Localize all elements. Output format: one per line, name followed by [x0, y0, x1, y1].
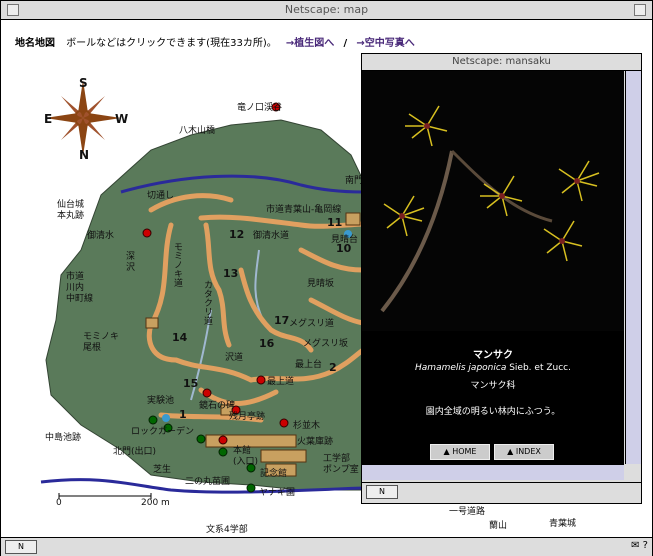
map-label-road-one: 一号道路 — [449, 507, 486, 517]
map-label-ranzan: 蘭山 — [489, 521, 508, 531]
map-label-humanities: 文系4学部 — [206, 525, 248, 535]
map-label-miharashi-slope: 見晴坂 — [307, 279, 335, 289]
popup-horizontal-scrollbar[interactable] — [362, 464, 624, 480]
map-label-north-gate: 北門(出口) — [113, 447, 157, 457]
plant-name: マンサク — [473, 350, 513, 361]
pond-marker — [162, 414, 170, 422]
scale-bar — [58, 493, 152, 499]
mansaku-photo — [362, 71, 624, 331]
map-label-yagiyama-bridge: 八木山橋 — [179, 126, 216, 136]
home-button-label: HOME — [452, 447, 477, 456]
popup-netscape-icon[interactable]: N — [366, 485, 398, 499]
trail-number-16[interactable]: 16 — [259, 337, 274, 350]
compass-s: S — [79, 76, 88, 90]
plant-description: 園内全域の明るい林内にふつう。 — [425, 407, 561, 417]
map-label-momi-road: モミノキ道 — [172, 242, 182, 287]
scientific-author: Sieb. et Zucc. — [509, 363, 571, 373]
trail-number-13[interactable]: 13 — [223, 267, 238, 280]
trail-number-10[interactable]: 10 — [336, 242, 351, 255]
map-label-suginamiki[interactable]: 杉並木 — [293, 418, 320, 431]
map-label-megusuri-road: メグスリ道 — [289, 319, 335, 329]
trail-number-17[interactable]: 17 — [274, 314, 289, 327]
map-label-mogami-road: 最上道 — [267, 377, 295, 387]
map-label-zangetsutei[interactable]: 残月亭跡 — [229, 409, 265, 422]
map-label-aobayama-road: 市道青葉山-​亀岡線 — [266, 205, 342, 215]
map-label-sawa-road: 沢道 — [225, 353, 244, 363]
trail-number-11[interactable]: 11 — [327, 216, 342, 229]
map-label-oshimizu-road: 御清水道 — [253, 231, 290, 241]
map-label-main-building[interactable]: 本館 (入口) — [233, 446, 258, 468]
compass-n: N — [79, 148, 90, 162]
popup-status-bar: N — [362, 482, 641, 503]
map-label-nakajima-pond: 中島池跡 — [45, 433, 82, 443]
index-button-label: INDEX — [515, 447, 541, 456]
status-icons[interactable]: ✉ ? — [631, 540, 648, 551]
popup-vertical-scrollbar[interactable] — [625, 71, 641, 464]
home-button[interactable]: ▲ HOME — [430, 444, 490, 460]
map-label-willow-garden[interactable]: ヤナギ園 — [259, 485, 295, 498]
scientific-name: Hamamelis japonica — [415, 363, 507, 373]
zoom-box[interactable] — [634, 4, 646, 16]
map-label-mogami-dai: 最上台 — [295, 360, 323, 370]
trail-number-15[interactable]: 15 — [183, 377, 198, 390]
map-label-experiment-pond[interactable]: 実験池 — [147, 393, 174, 406]
map-label-momi-ridge: モミノキ 尾根 — [83, 332, 120, 353]
compass-rose — [45, 80, 121, 156]
compass-e: E — [44, 112, 53, 126]
map-label-memorial-hall[interactable]: 記念館 — [260, 466, 287, 479]
map-label-tatsunokuchi[interactable]: 竜ノ口渓谷 — [237, 100, 282, 113]
trail-number-1[interactable]: 1 — [179, 408, 187, 421]
map-label-kiridoshi: 切通し — [147, 191, 175, 201]
map-label-oshimizu[interactable]: 御清水 — [87, 228, 114, 241]
map-label-kayakura: 火葉庫跡 — [297, 437, 334, 447]
popup-title-bar[interactable]: Netscape: mansaku — [362, 54, 641, 71]
map-label-fukasawa: 深 沢 — [126, 252, 136, 273]
map-label-rock-garden[interactable]: ロックガーデン — [131, 424, 194, 437]
trail-number-2[interactable]: 2 — [329, 361, 337, 374]
popup-title: Netscape: mansaku — [452, 56, 551, 67]
trail-number-14[interactable]: 14 — [172, 331, 187, 344]
netscape-icon[interactable]: N — [5, 540, 37, 554]
map-label-ninomaru: 二の丸苗圃 — [185, 477, 231, 487]
map-label-aobajo: 青葉城 — [549, 519, 577, 529]
status-bar: N ✉ ? — [1, 537, 652, 556]
index-button[interactable]: ▲ INDEX — [494, 444, 554, 460]
plant-family: マンサク科 — [470, 381, 516, 391]
trail-number-12[interactable]: 12 — [229, 228, 244, 241]
map-label-katakuri-road: カタクリ道 — [202, 280, 212, 325]
plant-scientific: Hamamelis japonica Sieb. et Zucc. — [362, 363, 624, 373]
map-label-castle: 仙台城 本丸跡 — [57, 200, 85, 221]
scale-start: 0 — [56, 498, 62, 508]
map-label-lawn: 芝生 — [153, 465, 172, 475]
map-label-kawauchi-road: 市道 川内 中町線 — [66, 272, 94, 304]
title-bar[interactable]: Netscape: map — [1, 1, 652, 20]
window-title: Netscape: map — [284, 3, 369, 16]
map-label-engineering: 工学部 ポンプ室 — [323, 454, 359, 475]
map-label-megusuri-slope: メグスリ坂 — [303, 339, 349, 349]
popup-window: Netscape: mansaku マンサク Hamamelis japonic… — [361, 53, 642, 504]
popup-body: マンサク Hamamelis japonica Sieb. et Zucc. マ… — [362, 71, 624, 464]
compass-w: W — [115, 112, 129, 126]
scale-end: 200 m — [141, 498, 170, 508]
